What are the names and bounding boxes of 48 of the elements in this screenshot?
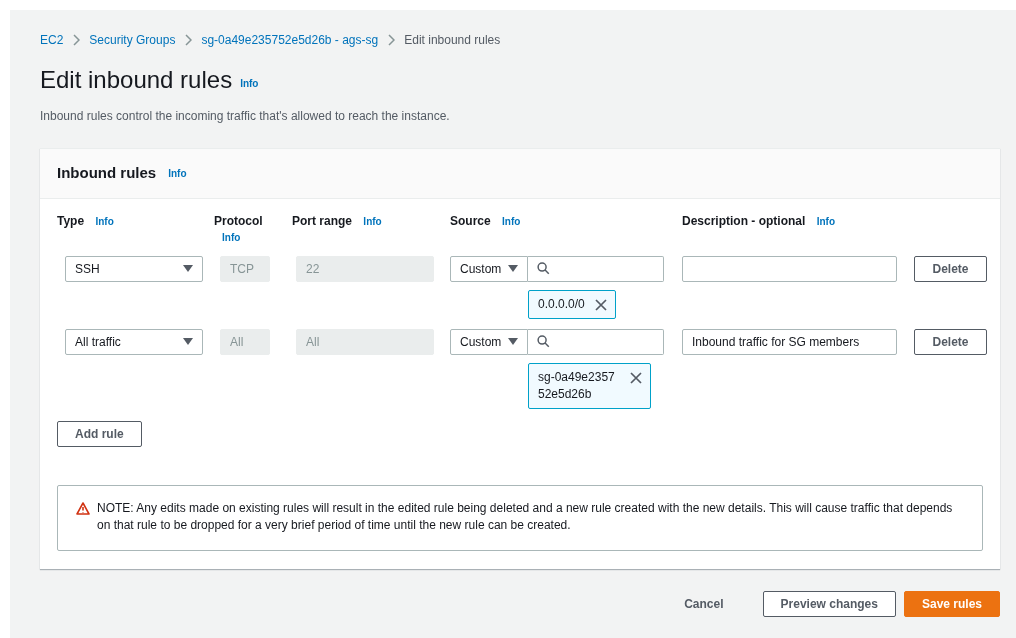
save-rules-button[interactable]: Save rules bbox=[903, 590, 1000, 617]
page-title: Edit inbound rules bbox=[40, 66, 233, 95]
chevron-right-icon bbox=[184, 34, 193, 46]
close-icon[interactable] bbox=[594, 298, 607, 311]
source-select[interactable]: Custom bbox=[450, 328, 528, 355]
info-link[interactable]: Info bbox=[816, 215, 835, 227]
search-icon bbox=[537, 335, 550, 349]
info-link[interactable]: Info bbox=[363, 215, 382, 227]
column-header: Port range bbox=[292, 213, 352, 228]
close-icon[interactable] bbox=[630, 371, 642, 384]
description-field[interactable]: Inbound traffic for SG members bbox=[682, 328, 897, 355]
column-header: Protocol bbox=[214, 213, 263, 228]
description-field[interactable] bbox=[682, 255, 897, 282]
preview-changes-button[interactable]: Preview changes bbox=[762, 590, 896, 617]
cancel-button[interactable]: Cancel bbox=[667, 590, 741, 617]
token-text: 0.0.0.0/0 bbox=[538, 295, 585, 313]
column-header: Description - optional bbox=[682, 213, 806, 228]
info-link[interactable]: Info bbox=[222, 231, 241, 243]
breadcrumb-link[interactable]: Security Groups bbox=[89, 31, 176, 49]
search-field[interactable] bbox=[528, 328, 664, 355]
warning-icon bbox=[76, 501, 90, 515]
info-link[interactable]: Info bbox=[240, 75, 259, 91]
page-description: Inbound rules control the incoming traffic that's allowed to reach the instance. bbox=[40, 107, 451, 125]
info-link[interactable]: Info bbox=[95, 215, 114, 227]
breadcrumb-current: Edit inbound rules bbox=[404, 32, 501, 49]
caret-icon bbox=[183, 265, 193, 273]
chevron-right-icon bbox=[72, 34, 81, 46]
breadcrumb-link[interactable]: EC2 bbox=[40, 31, 64, 49]
caret-icon bbox=[183, 338, 193, 346]
info-link[interactable]: Info bbox=[168, 165, 187, 181]
info-link[interactable]: Info bbox=[502, 215, 521, 227]
search-field[interactable] bbox=[528, 255, 664, 282]
type-select[interactable]: SSH bbox=[65, 255, 203, 282]
delete-button[interactable]: Delete bbox=[914, 328, 987, 355]
note-text: NOTE: Any edits made on existing rules will result in the edited rule being deleted and a new rule created with the new details. This will cause traffic that depends on that rule to be dropped for a very brief period of time until the new rule can be created. bbox=[97, 499, 954, 534]
column-header: Source bbox=[450, 213, 491, 228]
column-header: Type bbox=[57, 213, 85, 228]
token-text: sg-0a49e2357 52e5d26b bbox=[538, 368, 616, 403]
add-rule-button[interactable]: Add rule bbox=[57, 420, 142, 447]
chevron-right-icon bbox=[387, 34, 396, 46]
type-select[interactable]: All traffic bbox=[65, 328, 203, 355]
caret-icon bbox=[508, 265, 518, 273]
delete-button[interactable]: Delete bbox=[914, 255, 987, 282]
panel-title: Inbound rules bbox=[57, 164, 157, 183]
source-select[interactable]: Custom bbox=[450, 255, 528, 282]
caret-icon bbox=[508, 338, 518, 346]
breadcrumb-link[interactable]: sg-0a49e235752e5d26b - ags-sg bbox=[201, 31, 379, 49]
search-icon bbox=[537, 262, 550, 276]
